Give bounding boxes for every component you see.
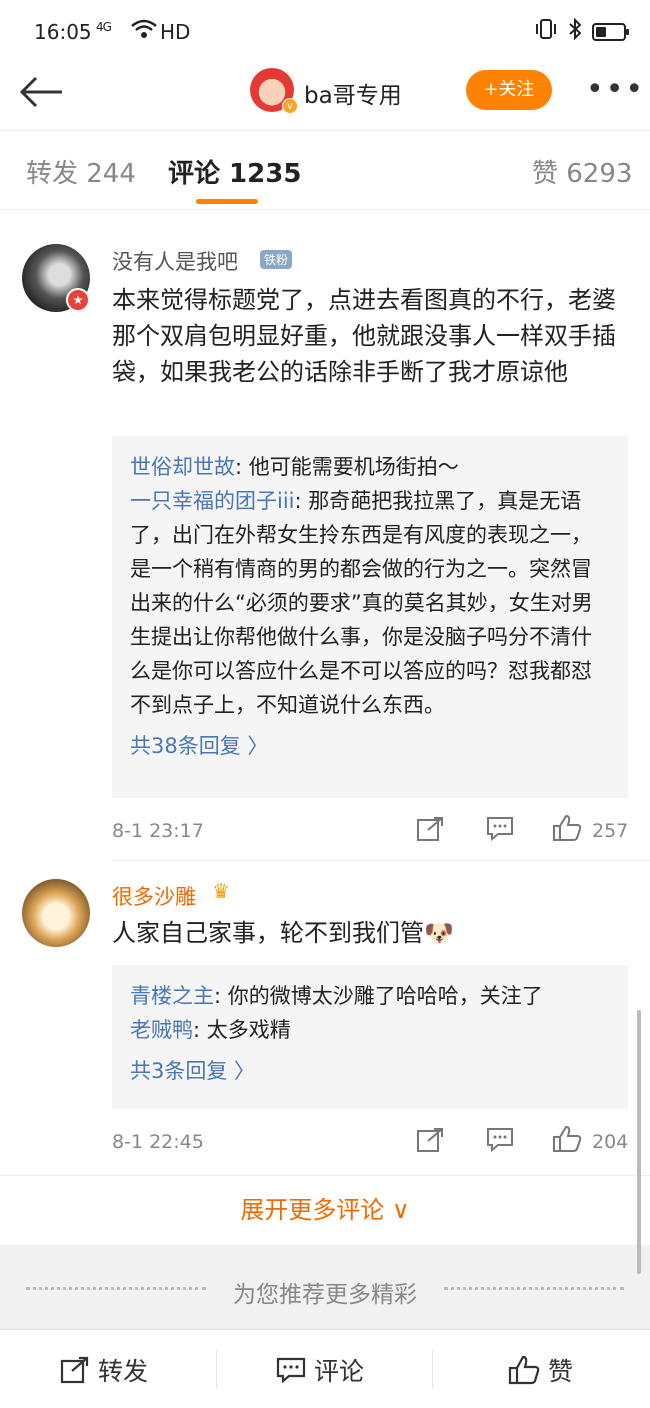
like-icon[interactable]: [552, 814, 582, 848]
battery-icon: [592, 22, 629, 41]
separator: [216, 1350, 217, 1388]
author-name[interactable]: ba哥专用: [304, 76, 402, 110]
repost-button[interactable]: 转发: [60, 1352, 148, 1388]
vip-crown-icon: ♛: [212, 879, 230, 903]
tab-comments[interactable]: 评论 1235: [168, 153, 301, 190]
tab-bar: 转发 244 评论 1235 赞 6293: [0, 130, 650, 210]
recommend-label: 为您推荐更多精彩: [233, 1282, 417, 1308]
vibrate-icon: [534, 18, 558, 45]
dotted-line: [444, 1287, 624, 1290]
tab-likes[interactable]: 赞 6293: [532, 153, 632, 190]
like-icon[interactable]: [552, 1125, 582, 1159]
signal-icon: 4G: [96, 20, 112, 34]
fan-badge: 铁粉: [260, 250, 293, 269]
reply-preview-box[interactable]: 世俗却世故: 他可能需要机场街拍～ 一只幸福的团子iii: 那奇葩把我拉黑了，真…: [112, 436, 628, 798]
wifi-icon: [130, 18, 158, 45]
reply-item: 青楼之主: 你的微博太沙雕了哈哈哈，关注了: [130, 979, 610, 1013]
comment-username[interactable]: 很多沙雕: [112, 881, 196, 911]
comment-icon[interactable]: [486, 816, 514, 848]
comment-icon: [276, 1357, 306, 1384]
reply-text: : 他可能需要机场街拍～: [235, 455, 459, 479]
comment-date: 8-1 22:45: [112, 1131, 204, 1153]
share-icon: [60, 1356, 89, 1384]
comment-username[interactable]: 没有人是我吧: [112, 246, 238, 276]
clock: 16:05: [34, 20, 92, 44]
top-nav: v ba哥专用 +关注 •••: [0, 62, 650, 130]
bottom-action-bar: 转发 评论 赞: [0, 1329, 650, 1408]
repost-label: 转发: [97, 1357, 148, 1386]
member-badge-icon: ★: [66, 288, 90, 312]
status-bar: 16:05 4G HD: [0, 0, 650, 62]
verified-icon: v: [282, 98, 298, 114]
reply-username[interactable]: 老贼鸭: [130, 1018, 193, 1042]
recommend-divider: 为您推荐更多精彩: [0, 1245, 650, 1329]
comment-text: 人家自己家事，轮不到我们管🐶: [112, 919, 454, 947]
comment-icon[interactable]: [486, 1127, 514, 1159]
reply-item: 世俗却世故: 他可能需要机场街拍～: [130, 450, 610, 484]
reply-username[interactable]: 青楼之主: [130, 984, 214, 1008]
weibo-detail-page: 16:05 4G HD v ba哥专用 +关注 ••• 转发 244 评论 12…: [0, 0, 650, 1408]
back-button[interactable]: [16, 72, 66, 112]
like-button[interactable]: 赞: [508, 1352, 573, 1388]
like-count: 204: [592, 1131, 629, 1153]
comment-label: 评论: [313, 1357, 364, 1386]
follow-button[interactable]: +关注: [466, 70, 552, 110]
more-options-icon[interactable]: •••: [586, 72, 645, 107]
reply-item: 老贼鸭: 太多戏精: [130, 1013, 610, 1047]
reply-item: 一只幸福的团子iii: 那奇葩把我拉黑了，真是无语了，出门在外帮女生拎东西是有风…: [130, 484, 610, 722]
expand-more-comments-button[interactable]: 展开更多评论 ∨: [0, 1175, 650, 1243]
like-label: 赞: [547, 1357, 573, 1386]
tab-repost[interactable]: 转发 244: [26, 153, 136, 190]
like-count: 257: [592, 820, 629, 842]
status-icons: [534, 17, 629, 45]
view-replies-link[interactable]: 共38条回复 〉: [130, 730, 610, 760]
comment-text: 本来觉得标题党了，点进去看图真的不行，老婆那个双肩包明显好重，他就跟没事人一样双…: [112, 286, 616, 386]
share-icon[interactable]: [416, 816, 444, 848]
scrollbar[interactable]: [637, 1010, 641, 1274]
arrow-left-icon: [19, 76, 62, 108]
comment-item: ★ 没有人是我吧 铁粉 本来觉得标题党了，点进去看图真的不行，老婆那个双肩包明显…: [0, 210, 650, 861]
comment-item: 很多沙雕 ♛ 人家自己家事，轮不到我们管🐶 青楼之主: 你的微博太沙雕了哈哈哈，…: [0, 861, 650, 1173]
reply-username[interactable]: 一只幸福的团子iii: [130, 489, 295, 513]
comment-button[interactable]: 评论: [276, 1352, 364, 1388]
author-avatar[interactable]: v: [250, 68, 298, 114]
network-type: HD: [160, 20, 191, 44]
avatar[interactable]: [22, 879, 90, 947]
reply-text: : 太多戏精: [193, 1018, 291, 1042]
reply-text: : 你的微博太沙雕了哈哈哈，关注了: [214, 984, 543, 1008]
active-tab-indicator: [196, 199, 258, 204]
share-icon[interactable]: [416, 1127, 444, 1159]
comment-date: 8-1 23:17: [112, 820, 204, 842]
like-icon: [508, 1355, 540, 1385]
reply-preview-box[interactable]: 青楼之主: 你的微博太沙雕了哈哈哈，关注了 老贼鸭: 太多戏精 共3条回复 〉: [112, 965, 628, 1109]
view-replies-link[interactable]: 共3条回复 〉: [130, 1055, 610, 1085]
reply-username[interactable]: 世俗却世故: [130, 455, 235, 479]
bluetooth-icon: [568, 17, 582, 45]
reply-text: : 那奇葩把我拉黑了，真是无语了，出门在外帮女生拎东西是有风度的表现之一，是一个…: [130, 489, 593, 717]
separator: [432, 1350, 433, 1388]
